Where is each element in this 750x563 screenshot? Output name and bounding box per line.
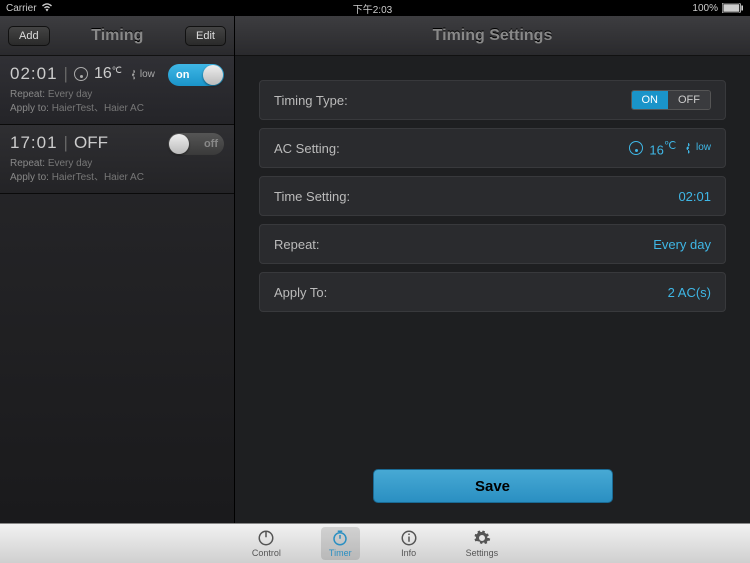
row-label: Apply To: <box>274 285 327 300</box>
main-panel: Timing Settings Timing Type: ON OFF AC S… <box>235 16 750 523</box>
timing-type-segmented[interactable]: ON OFF <box>631 90 712 110</box>
sidebar: Add Timing Edit 02:01 | 16℃ low on Repea <box>0 16 235 523</box>
edit-button[interactable]: Edit <box>185 26 226 46</box>
wifi-icon <box>41 2 53 15</box>
timer-temp: 16℃ <box>94 65 122 83</box>
carrier-label: Carrier <box>6 3 37 14</box>
timer-time: 02:01 <box>10 64 58 84</box>
row-time-setting[interactable]: Time Setting: 02:01 <box>259 176 726 216</box>
main-title: Timing Settings <box>235 16 750 56</box>
gear-icon <box>473 529 491 547</box>
row-label: Time Setting: <box>274 189 350 204</box>
control-icon <box>257 529 275 547</box>
tab-control[interactable]: Control <box>244 527 289 560</box>
status-bar: Carrier 下午2:03 100% <box>0 0 750 16</box>
timer-card[interactable]: 02:01 | 16℃ low on Repeat: Every day App… <box>0 56 234 125</box>
row-value: Every day <box>653 237 711 252</box>
row-label: Timing Type: <box>274 93 348 108</box>
row-ac-setting[interactable]: AC Setting: 16℃ low <box>259 128 726 168</box>
row-repeat[interactable]: Repeat: Every day <box>259 224 726 264</box>
info-icon <box>400 529 418 547</box>
row-apply-to[interactable]: Apply To: 2 AC(s) <box>259 272 726 312</box>
mode-icon <box>629 141 643 155</box>
fan-icon: low <box>682 142 711 154</box>
seg-off[interactable]: OFF <box>668 91 710 109</box>
mode-icon <box>74 67 88 81</box>
ac-temp: 16℃ <box>649 139 676 157</box>
timer-icon <box>331 529 349 547</box>
add-button[interactable]: Add <box>8 26 50 46</box>
seg-on[interactable]: ON <box>632 91 669 109</box>
fan-icon: low <box>128 69 155 80</box>
timer-time: 17:01 <box>10 133 58 153</box>
row-value: 2 AC(s) <box>668 285 711 300</box>
battery-label: 100% <box>692 3 718 14</box>
timer-toggle[interactable]: on <box>168 64 224 86</box>
tab-bar: Control Timer Info Settings <box>0 523 750 563</box>
row-value: 02:01 <box>678 189 711 204</box>
tab-settings[interactable]: Settings <box>458 527 507 560</box>
row-label: AC Setting: <box>274 141 340 156</box>
tab-timer[interactable]: Timer <box>321 527 360 560</box>
save-button[interactable]: Save <box>373 469 613 503</box>
sidebar-title: Timing <box>91 27 143 45</box>
sidebar-header: Add Timing Edit <box>0 16 234 56</box>
timer-toggle[interactable]: off <box>168 133 224 155</box>
timer-state: OFF <box>74 133 108 153</box>
row-label: Repeat: <box>274 237 320 252</box>
timer-card[interactable]: 17:01 | OFF off Repeat: Every day Apply … <box>0 125 234 194</box>
battery-icon <box>722 3 744 13</box>
status-time: 下午2:03 <box>353 1 392 16</box>
row-timing-type: Timing Type: ON OFF <box>259 80 726 120</box>
tab-info[interactable]: Info <box>392 527 426 560</box>
